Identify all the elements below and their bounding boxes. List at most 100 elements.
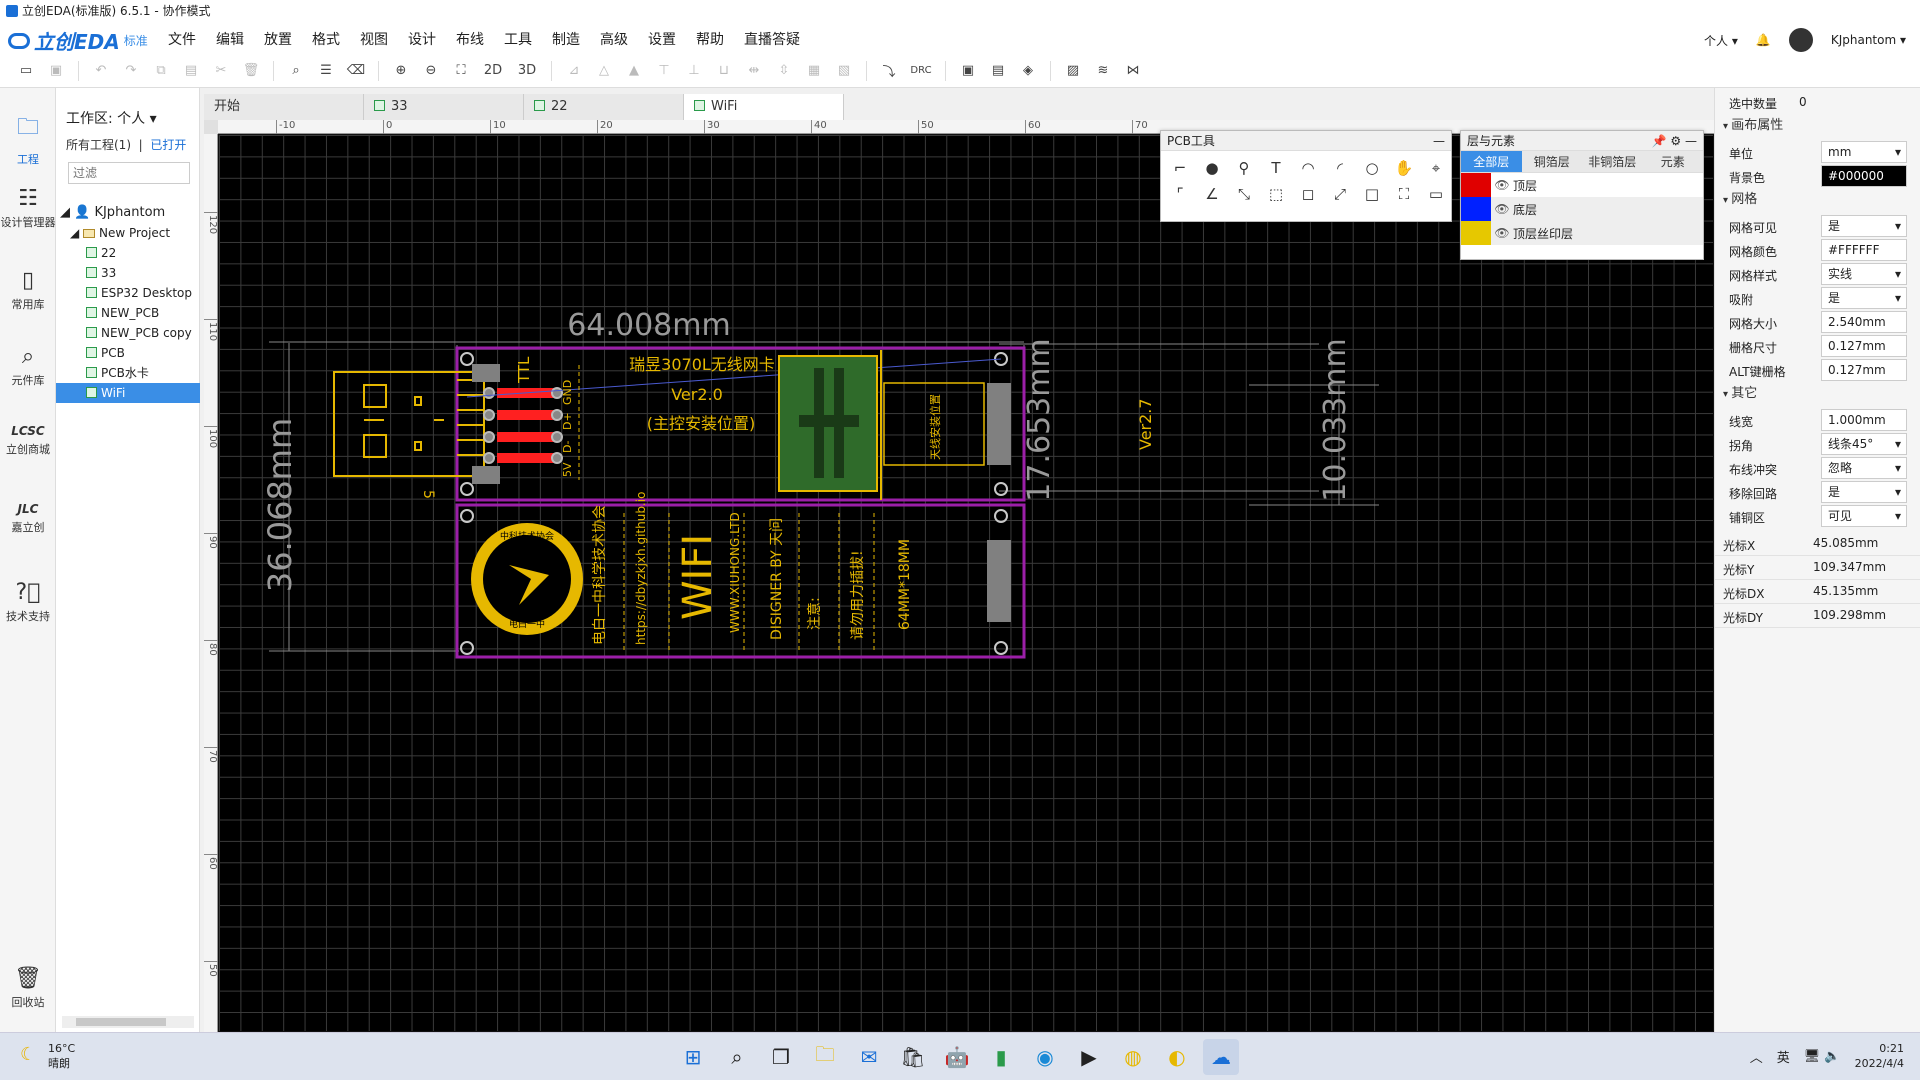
menu-route[interactable]: 布线 bbox=[446, 29, 494, 49]
find-icon[interactable]: ⌕ bbox=[284, 59, 308, 83]
drc-button[interactable]: DRC bbox=[907, 59, 935, 83]
menu-live-qa[interactable]: 直播答疑 bbox=[734, 29, 810, 49]
all-projects-tab[interactable]: 所有工程(1) bbox=[66, 138, 131, 152]
tree-file[interactable]: PCB水卡 bbox=[56, 363, 200, 383]
align-top-icon[interactable]: ⊤ bbox=[652, 59, 676, 83]
edge-icon[interactable]: ◉ bbox=[1027, 1039, 1063, 1075]
scroll-thumb[interactable] bbox=[76, 1018, 166, 1026]
opened-tab[interactable]: 已打开 bbox=[150, 138, 186, 152]
align-right-icon[interactable]: ▲ bbox=[622, 59, 646, 83]
menu-edit[interactable]: 编辑 bbox=[206, 29, 254, 49]
grid-color-input[interactable]: #FFFFFF bbox=[1821, 239, 1907, 261]
align-middle-icon[interactable]: ⊥ bbox=[682, 59, 706, 83]
text-icon[interactable]: T bbox=[1265, 157, 1287, 179]
tree-file[interactable]: NEW_PCB bbox=[56, 303, 200, 323]
ungroup-icon[interactable]: ▧ bbox=[832, 59, 856, 83]
tab-copper-layers[interactable]: 铜箔层 bbox=[1521, 151, 1582, 172]
zoom-out-icon[interactable]: ⊖ bbox=[419, 59, 443, 83]
nav-common-lib[interactable]: ▯ 常用库 bbox=[0, 268, 56, 312]
fit-icon[interactable]: ⛶ bbox=[449, 59, 473, 83]
line-icon[interactable]: ⌜ bbox=[1169, 183, 1191, 205]
menu-fabrication[interactable]: 制造 bbox=[542, 29, 590, 49]
undo-icon[interactable]: ↶ bbox=[89, 59, 113, 83]
tab-noncopper-layers[interactable]: 非铜箔层 bbox=[1582, 151, 1643, 172]
align-center-icon[interactable]: △ bbox=[592, 59, 616, 83]
pcb-board-area[interactable]: 64.008mm 36.068mm 17.653mm 10.033mm 5 TT… bbox=[219, 135, 1713, 1031]
section-grid[interactable]: 网格 bbox=[1715, 186, 1920, 214]
corner-select[interactable]: 线条45° bbox=[1821, 433, 1907, 455]
arc2-icon[interactable]: ◜ bbox=[1329, 157, 1351, 179]
file-explorer-icon[interactable]: 🗀 bbox=[807, 1039, 843, 1075]
zoom-in-icon[interactable]: ⊕ bbox=[389, 59, 413, 83]
pin-icon[interactable]: ⤢ bbox=[1329, 183, 1351, 205]
remove-loop-select[interactable]: 是 bbox=[1821, 481, 1907, 503]
grid-size-input[interactable]: 2.540mm bbox=[1821, 311, 1907, 333]
layer-color-swatch[interactable] bbox=[1461, 173, 1491, 197]
menu-help[interactable]: 帮助 bbox=[686, 29, 734, 49]
save-icon[interactable]: ▣ bbox=[44, 59, 68, 83]
android-icon[interactable]: 🤖 bbox=[939, 1039, 975, 1075]
line-width-input[interactable]: 1.000mm bbox=[1821, 409, 1907, 431]
pick-place-icon[interactable]: ◈ bbox=[1016, 59, 1040, 83]
distribute-h-icon[interactable]: ⇹ bbox=[742, 59, 766, 83]
alt-snap-input[interactable]: 0.127mm bbox=[1821, 359, 1907, 381]
horizontal-scrollbar[interactable] bbox=[62, 1016, 194, 1028]
gerber-icon[interactable]: ▤ bbox=[986, 59, 1010, 83]
view-2d-button[interactable]: 2D bbox=[479, 59, 507, 83]
mail-icon[interactable]: ✉ bbox=[851, 1039, 887, 1075]
open-icon[interactable]: ▭ bbox=[14, 59, 38, 83]
unit-select[interactable]: mm bbox=[1821, 141, 1907, 163]
section-canvas[interactable]: 画布属性 bbox=[1715, 112, 1920, 140]
tree-file-selected[interactable]: WiFi bbox=[56, 383, 200, 403]
bom-icon[interactable]: ▣ bbox=[956, 59, 980, 83]
delete-icon[interactable]: 🗑 bbox=[239, 59, 263, 83]
group-icon[interactable]: ▦ bbox=[802, 59, 826, 83]
menu-place[interactable]: 放置 bbox=[254, 29, 302, 49]
cut-icon[interactable]: ✂ bbox=[209, 59, 233, 83]
tree-file[interactable]: 33 bbox=[56, 263, 200, 283]
filter-input[interactable] bbox=[68, 162, 190, 184]
wire-icon[interactable]: ⌐ bbox=[1169, 157, 1191, 179]
view-3d-button[interactable]: 3D bbox=[513, 59, 541, 83]
media-player-icon[interactable]: ▶ bbox=[1071, 1039, 1107, 1075]
snap-select[interactable]: 是 bbox=[1821, 287, 1907, 309]
grid-style-select[interactable]: 实线 bbox=[1821, 263, 1907, 285]
task-view-icon[interactable]: ❐ bbox=[763, 1039, 799, 1075]
pin-close-icons[interactable]: 📌 ⚙ — bbox=[1652, 131, 1697, 151]
nav-jlc[interactable]: JLC 嘉立创 bbox=[0, 502, 56, 535]
green-app-icon[interactable]: ▮ bbox=[983, 1039, 1019, 1075]
bell-icon[interactable]: 🔔 bbox=[1756, 33, 1771, 47]
tab-elements[interactable]: 元素 bbox=[1642, 151, 1703, 172]
workspace-selector[interactable]: 工作区: 个人 ▾ bbox=[66, 108, 157, 128]
clear-icon[interactable]: ⌫ bbox=[344, 59, 368, 83]
tab-start[interactable]: 开始 bbox=[204, 94, 364, 120]
avatar[interactable] bbox=[1788, 28, 1813, 52]
easyeda-taskbar-icon[interactable]: ☁ bbox=[1203, 1039, 1239, 1075]
eye-icon[interactable]: 👁 bbox=[1491, 202, 1513, 216]
dashed-rect-icon[interactable]: ⬚ bbox=[1265, 183, 1287, 205]
tree-file[interactable]: ESP32 Desktop bbox=[56, 283, 200, 303]
start-icon[interactable]: ⊞ bbox=[675, 1039, 711, 1075]
rect-corner-icon[interactable]: ◻ bbox=[1297, 183, 1319, 205]
layer-row-top[interactable]: 👁 顶层 bbox=[1461, 173, 1703, 197]
user-dropdown[interactable]: KJphantom ▾ bbox=[1831, 33, 1906, 47]
chevron-up-icon[interactable]: ︿ bbox=[1750, 1047, 1763, 1066]
nav-lcsc-mall[interactable]: LCSC 立创商城 bbox=[0, 424, 56, 457]
hand-icon[interactable]: ✋ bbox=[1393, 157, 1415, 179]
minimize-icon[interactable]: — bbox=[1433, 131, 1445, 151]
grid-visible-select[interactable]: 是 bbox=[1821, 215, 1907, 237]
circle2-icon[interactable]: ○ bbox=[1361, 157, 1383, 179]
layer-row-silk[interactable]: 👁 顶层丝印层 bbox=[1461, 221, 1703, 245]
measure-icon[interactable]: ⤡ bbox=[1233, 183, 1255, 205]
copy-icon[interactable]: ⧉ bbox=[149, 59, 173, 83]
tab-all-layers[interactable]: 全部层 bbox=[1461, 151, 1522, 172]
distribute-v-icon[interactable]: ⇳ bbox=[772, 59, 796, 83]
nav-recycle[interactable]: 🗑 回收站 bbox=[0, 966, 56, 1010]
ime-indicator[interactable]: 英 bbox=[1777, 1047, 1790, 1066]
layer-color-swatch[interactable] bbox=[1461, 221, 1491, 245]
menu-tools[interactable]: 工具 bbox=[494, 29, 542, 49]
bgcolor-input[interactable]: #000000 bbox=[1821, 165, 1907, 187]
layers-icon[interactable]: ≋ bbox=[1091, 59, 1115, 83]
layer-color-swatch[interactable] bbox=[1461, 197, 1491, 221]
redo-icon[interactable]: ↷ bbox=[119, 59, 143, 83]
